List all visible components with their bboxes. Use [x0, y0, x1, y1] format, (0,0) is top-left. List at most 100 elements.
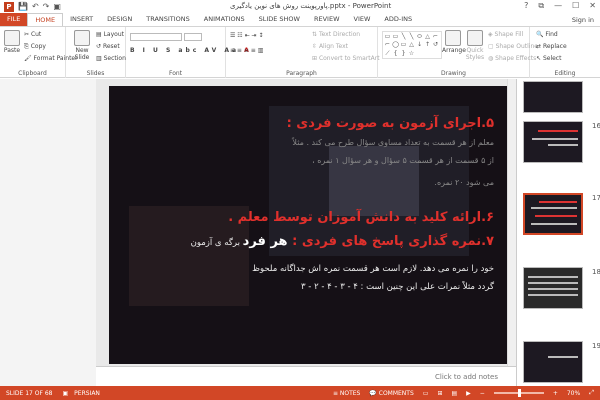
zoom-level[interactable]: 70% — [567, 390, 580, 397]
shape-textbox-icon[interactable]: ▭ — [392, 33, 399, 40]
shape-arrow-down-icon[interactable]: ↓ — [416, 41, 423, 48]
paste-button[interactable]: Paste — [2, 30, 22, 54]
thumbnail-slide-18[interactable] — [523, 267, 583, 309]
sign-in-link[interactable]: Sign in — [572, 16, 594, 24]
shape-rectangle-2-icon[interactable]: ▭ — [400, 41, 407, 48]
arrange-button[interactable]: Arrange — [442, 30, 466, 54]
maximize-button[interactable]: ☐ — [572, 1, 579, 11]
character-spacing-button[interactable]: AV — [204, 47, 219, 54]
section-button[interactable]: ▥ Section — [96, 55, 126, 62]
notes-button[interactable]: ≡ NOTES — [333, 390, 360, 397]
slide-text-line[interactable]: گردد مثلاً نمرات علی این چنین است : ۴ - … — [301, 282, 494, 292]
layout-button[interactable]: ▤ Layout — [96, 31, 124, 38]
notes-pane[interactable]: Click to add notes — [96, 366, 516, 386]
text-direction-button[interactable]: ⇅ Text Direction — [312, 31, 360, 38]
bold-button[interactable]: B — [130, 47, 138, 54]
reset-button[interactable]: ↺ Reset — [96, 43, 120, 50]
slide-heading-6[interactable]: ۶.ارائه کلید به دانش آموزان توسط معلم . — [228, 210, 494, 225]
shape-triangle-icon[interactable]: △ — [424, 33, 431, 40]
shape-oval-icon[interactable]: ⬭ — [416, 33, 423, 40]
thumbnail-slide-15[interactable] — [523, 81, 583, 113]
slide-text-line[interactable]: می شود ۲۰ نمره. — [434, 178, 494, 187]
shapes-gallery[interactable]: ▭ ▭ ╲ ╲ ⬭ △ ⌐ ⌐ ◯ ▭ △ ↓ ↑ ↺ ⟋ { } ☆ — [382, 31, 442, 59]
tab-design[interactable]: DESIGN — [100, 13, 139, 26]
close-button[interactable]: ✕ — [589, 1, 596, 11]
shape-brace-right-icon[interactable]: } — [400, 50, 407, 57]
strikethrough-button[interactable]: abc — [178, 47, 199, 54]
copy-button[interactable]: ⎘ Copy — [24, 43, 46, 51]
slide-text-line[interactable]: از ۵ قسمت از هر قسمت ۵ سؤال و هر سؤال ۱ … — [312, 156, 494, 165]
reading-view-icon[interactable]: ▤ — [451, 390, 457, 397]
tab-home[interactable]: HOME — [27, 13, 64, 26]
shape-effects-button[interactable]: ◍ Shape Effects — [488, 55, 536, 62]
zoom-out-button[interactable]: − — [480, 390, 485, 397]
help-button[interactable]: ? — [524, 1, 528, 11]
new-slide-button[interactable]: New Slide — [70, 30, 94, 61]
slideshow-view-icon[interactable]: ▶ — [466, 390, 471, 397]
shape-freeform-icon[interactable]: ⟋ — [384, 50, 391, 57]
shape-fill-button[interactable]: ◈ Shape Fill — [488, 31, 523, 38]
save-icon[interactable]: 💾 — [18, 2, 28, 11]
align-buttons[interactable]: ≡ ≡ ≡ ≡ ▥ — [230, 47, 263, 54]
slide-text-line[interactable]: معلم از هر قسمت به تعداد مساوی سؤال طرح … — [292, 138, 494, 147]
tab-animations[interactable]: ANIMATIONS — [197, 13, 252, 26]
thumbnail-slide-17[interactable] — [523, 193, 583, 235]
shape-brace-left-icon[interactable]: { — [392, 50, 399, 57]
slide-text-line[interactable]: خود را نمره می دهد. لازم است هر قسمت نمر… — [252, 264, 494, 274]
zoom-slider[interactable] — [493, 389, 544, 397]
shadow-button[interactable]: S — [166, 47, 173, 54]
powerpoint-logo-icon: P — [4, 1, 14, 12]
font-size-input[interactable] — [184, 33, 202, 41]
tab-view[interactable]: VIEW — [347, 13, 378, 26]
minimize-button[interactable]: — — [554, 1, 562, 11]
fit-slide-icon[interactable]: ⤢ — [589, 389, 594, 397]
zoom-slider-thumb[interactable] — [517, 389, 521, 397]
zoom-in-button[interactable]: + — [553, 390, 558, 397]
tab-file[interactable]: FILE — [0, 13, 28, 26]
normal-view-icon[interactable]: ▭ — [423, 390, 429, 397]
shape-triangle-2-icon[interactable]: △ — [408, 41, 415, 48]
slide-heading-7-red: ۷.نمره گذاری پاسخ های فردی : — [292, 234, 494, 249]
undo-icon[interactable]: ↶ — [32, 2, 39, 11]
tab-insert[interactable]: INSERT — [63, 13, 100, 26]
tab-add-ins[interactable]: ADD-INS — [377, 13, 419, 26]
language-indicator[interactable]: PERSIAN — [74, 390, 100, 397]
shape-connector-icon[interactable]: ⌐ — [432, 33, 439, 40]
find-button[interactable]: 🔍 Find — [536, 31, 558, 38]
shape-star-icon[interactable]: ☆ — [408, 50, 415, 57]
convert-smartart-button[interactable]: ⊞ Convert to SmartArt — [312, 55, 380, 62]
spellcheck-icon[interactable]: ▣ — [63, 390, 69, 397]
slide-heading-5[interactable]: ۵.اجرای آزمون به صورت فردی : — [287, 116, 494, 131]
font-name-input[interactable] — [130, 33, 182, 41]
thumbnail-slide-16[interactable] — [523, 121, 583, 163]
tab-slide-show[interactable]: SLIDE SHOW — [252, 13, 307, 26]
tab-review[interactable]: REVIEW — [307, 13, 347, 26]
shape-line-icon[interactable]: ╲ — [400, 33, 407, 40]
slide-sorter-icon[interactable]: ⊞ — [437, 390, 442, 397]
thumb-line — [538, 130, 578, 132]
comments-button[interactable]: 💬 COMMENTS — [369, 390, 413, 397]
tab-transitions[interactable]: TRANSITIONS — [139, 13, 197, 26]
ribbon-display-button[interactable]: ⧉ — [538, 1, 544, 11]
shape-arrow-up-icon[interactable]: ↑ — [424, 41, 431, 48]
underline-button[interactable]: U — [153, 47, 161, 54]
current-slide[interactable]: ۵.اجرای آزمون به صورت فردی : معلم از هر … — [109, 86, 508, 364]
shape-rectangle-icon[interactable]: ▭ — [384, 33, 391, 40]
shape-circle-icon[interactable]: ◯ — [392, 41, 399, 48]
select-button[interactable]: ↖ Select — [536, 55, 561, 62]
thumbnail-slide-19[interactable] — [523, 341, 583, 383]
slide-vertical-scrollbar[interactable] — [507, 79, 516, 366]
shape-line-2-icon[interactable]: ╲ — [408, 33, 415, 40]
shape-curved-arrow-icon[interactable]: ↺ — [432, 41, 439, 48]
list-buttons[interactable]: ☰ ☷ ⇤ ⇥ ↕ — [230, 32, 263, 39]
italic-button[interactable]: I — [143, 47, 148, 54]
redo-icon[interactable]: ↷ — [43, 2, 50, 11]
thumb-line — [535, 215, 577, 217]
start-slideshow-icon[interactable]: ▣ — [53, 2, 61, 11]
slide-heading-7[interactable]: ۷.نمره گذاری پاسخ های فردی : هر فرد برگه… — [191, 234, 494, 249]
replace-button[interactable]: ⇄ Replace — [536, 43, 567, 50]
quick-styles-button[interactable]: Quick Styles — [464, 30, 486, 61]
align-text-button[interactable]: ⇳ Align Text — [312, 43, 348, 50]
shape-connector-2-icon[interactable]: ⌐ — [384, 41, 391, 48]
cut-button[interactable]: ✂ Cut — [24, 31, 41, 38]
